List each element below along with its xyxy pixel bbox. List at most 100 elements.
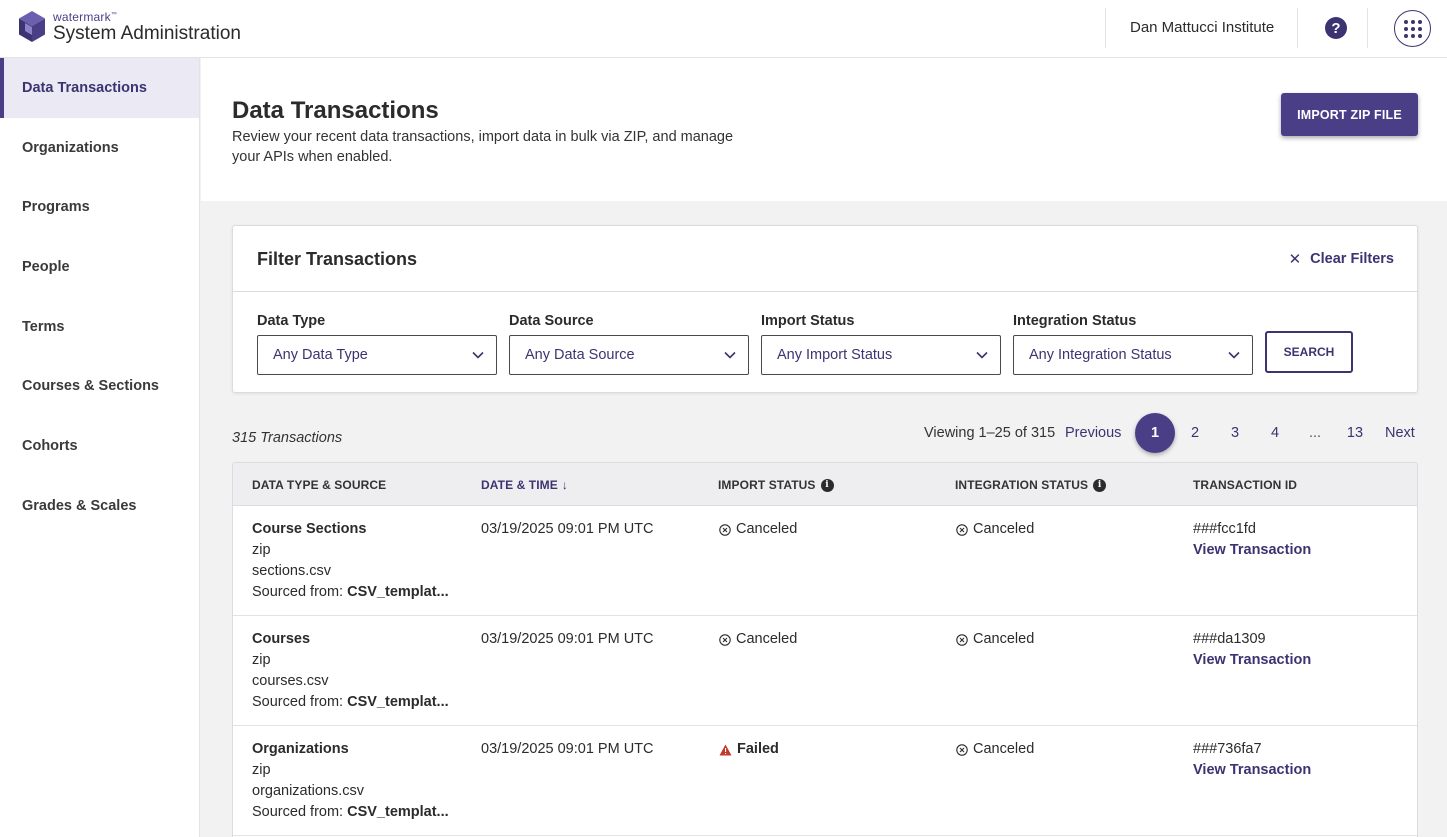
logo-trademark: ™ — [110, 12, 118, 18]
date-time-cell: 03/19/2025 09:01 PM UTC — [481, 521, 654, 537]
source-name: CSV_templat... — [347, 584, 449, 600]
data-type-name: Course Sections — [252, 521, 367, 537]
header-divider — [1297, 8, 1298, 48]
file-name: organizations.csv — [252, 783, 365, 799]
column-integration-status-label: INTEGRATION STATUS — [955, 478, 1089, 492]
institution-name[interactable]: Dan Mattucci Institute — [1130, 19, 1274, 36]
column-date-time[interactable]: DATE & TIME ↓ — [481, 478, 568, 492]
clear-filters-button[interactable]: ✕ Clear Filters — [1289, 250, 1394, 268]
pagination-page-13[interactable]: 13 — [1342, 413, 1368, 453]
sidebar-item-programs[interactable]: Programs — [0, 177, 199, 237]
data-format: zip — [252, 652, 271, 668]
column-import-status: IMPORT STATUS i — [718, 478, 834, 492]
pagination-next[interactable]: Next — [1385, 413, 1415, 453]
transaction-id-cell: ###fcc1fd View Transaction — [1193, 519, 1311, 561]
sourced-from-label: Sourced from: — [252, 804, 344, 820]
canceled-icon — [956, 523, 968, 536]
divider — [233, 291, 1417, 292]
data-format: zip — [252, 762, 271, 778]
pagination-previous[interactable]: Previous — [1065, 413, 1121, 453]
sidebar-item-organizations[interactable]: Organizations — [0, 118, 199, 178]
import-zip-button[interactable]: IMPORT ZIP FILE — [1281, 93, 1418, 136]
page-description: Review your recent data transactions, im… — [232, 129, 734, 165]
import-status-value: Any Import Status — [777, 347, 893, 363]
sourced-from-label: Sourced from: — [252, 584, 344, 600]
chevron-down-icon — [724, 351, 736, 359]
warning-triangle-icon — [719, 744, 732, 755]
file-name: courses.csv — [252, 673, 329, 689]
pagination-page-3[interactable]: 3 — [1224, 413, 1246, 453]
data-format: zip — [252, 542, 271, 558]
watermark-logo[interactable]: watermark™ System Administration — [18, 11, 241, 43]
data-type-cell: Course Sections zip sections.csv Sourced… — [252, 519, 449, 603]
logo-brand-text: watermark — [53, 10, 111, 24]
integration-status-select[interactable]: Any Integration Status — [1013, 335, 1253, 375]
import-status-cell: Failed — [719, 739, 779, 760]
data-source-label: Data Source — [509, 313, 594, 329]
integration-status-text: Canceled — [973, 631, 1035, 647]
import-status-select[interactable]: Any Import Status — [761, 335, 1001, 375]
data-type-cell: Courses zip courses.csv Sourced from: CS… — [252, 629, 449, 713]
viewing-range: Viewing 1–25 of 315 — [924, 425, 1056, 441]
transaction-count: 315 Transactions — [232, 430, 343, 446]
canceled-icon — [956, 633, 968, 646]
table-header: DATA TYPE & SOURCE DATE & TIME ↓ IMPORT … — [233, 463, 1417, 506]
pagination-ellipsis: ... — [1308, 425, 1322, 441]
chevron-down-icon — [472, 351, 484, 359]
pagination-page-1[interactable]: 1 — [1135, 413, 1175, 453]
search-button[interactable]: SEARCH — [1265, 331, 1353, 373]
chevron-down-icon — [976, 351, 988, 359]
page-header: Data Transactions Review your recent dat… — [201, 58, 1447, 201]
date-time-cell: 03/19/2025 09:01 PM UTC — [481, 741, 654, 757]
data-type-name: Organizations — [252, 741, 349, 757]
filter-panel: Filter Transactions ✕ Clear Filters Data… — [232, 225, 1418, 393]
canceled-icon — [719, 633, 731, 646]
date-time-cell: 03/19/2025 09:01 PM UTC — [481, 631, 654, 647]
data-type-filter: Data Type Any Data Type — [257, 313, 497, 375]
sort-arrow-icon: ↓ — [561, 478, 568, 492]
view-transaction-link[interactable]: View Transaction — [1193, 540, 1311, 561]
sidebar-item-terms[interactable]: Terms — [0, 297, 199, 357]
sidebar-item-courses-sections[interactable]: Courses & Sections — [0, 356, 199, 416]
grid-dots-icon[interactable] — [1394, 10, 1431, 47]
data-type-label: Data Type — [257, 313, 326, 329]
pagination-page-4[interactable]: 4 — [1264, 413, 1286, 453]
integration-status-text: Canceled — [973, 521, 1035, 537]
table-row: Organizations zip organizations.csv Sour… — [233, 726, 1417, 836]
import-status-cell: Canceled — [719, 519, 797, 540]
sidebar-item-grades-scales[interactable]: Grades & Scales — [0, 476, 199, 536]
file-name: sections.csv — [252, 563, 331, 579]
info-icon[interactable]: i — [820, 478, 834, 492]
info-icon[interactable]: i — [1093, 478, 1107, 492]
view-transaction-link[interactable]: View Transaction — [1193, 760, 1311, 781]
integration-status-cell: Canceled — [956, 739, 1034, 760]
table-row: Course Sections zip sections.csv Sourced… — [233, 506, 1417, 616]
pagination-page-2[interactable]: 2 — [1184, 413, 1206, 453]
integration-status-cell: Canceled — [956, 629, 1034, 650]
source-name: CSV_templat... — [347, 804, 449, 820]
data-type-select[interactable]: Any Data Type — [257, 335, 497, 375]
canceled-icon — [719, 523, 731, 536]
sourced-from-label: Sourced from: — [252, 694, 344, 710]
import-status-text: Canceled — [736, 521, 798, 537]
integration-status-value: Any Integration Status — [1029, 347, 1172, 363]
sidebar-item-cohorts[interactable]: Cohorts — [0, 416, 199, 476]
import-status-cell: Canceled — [719, 629, 797, 650]
column-transaction-id: TRANSACTION ID — [1193, 478, 1298, 492]
integration-status-filter: Integration Status Any Integration Statu… — [1013, 313, 1253, 375]
integration-status-cell: Canceled — [956, 519, 1034, 540]
close-icon: ✕ — [1288, 251, 1302, 268]
transaction-id: ###da1309 — [1193, 631, 1266, 647]
column-integration-status: INTEGRATION STATUS i — [955, 478, 1107, 492]
clear-filters-label: Clear Filters — [1310, 251, 1394, 267]
sidebar-item-people[interactable]: People — [0, 237, 199, 297]
integration-status-text: Canceled — [973, 741, 1035, 757]
question-circle-icon[interactable]: ? — [1325, 17, 1347, 39]
watermark-logo-icon — [19, 11, 45, 42]
table-row: Courses zip courses.csv Sourced from: CS… — [233, 616, 1417, 726]
transaction-id-cell: ###da1309 View Transaction — [1193, 629, 1311, 671]
sidebar-item-data-transactions[interactable]: Data Transactions — [0, 58, 199, 118]
filter-title: Filter Transactions — [257, 249, 418, 269]
data-source-select[interactable]: Any Data Source — [509, 335, 749, 375]
view-transaction-link[interactable]: View Transaction — [1193, 650, 1311, 671]
